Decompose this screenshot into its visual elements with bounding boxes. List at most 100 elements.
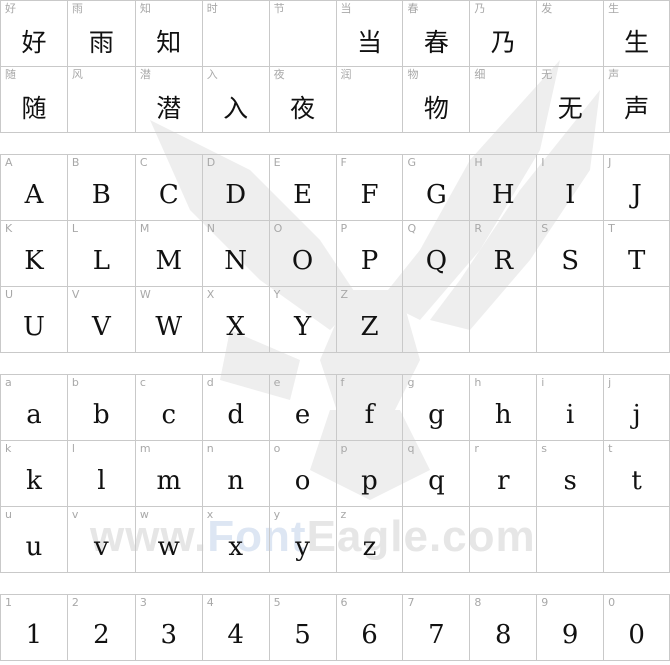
glyph-cell xyxy=(604,287,670,353)
glyph-cell: oo xyxy=(269,441,337,507)
cell-label: H xyxy=(474,156,483,169)
glyph-cell: 夜夜 xyxy=(269,67,337,133)
glyph-cell: VV xyxy=(67,287,136,353)
cell-label: B xyxy=(71,156,80,169)
cell-label: S xyxy=(541,222,549,235)
glyph-cell: kk xyxy=(1,441,68,507)
cell-label: P xyxy=(340,222,348,235)
glyph-cell: uu xyxy=(1,507,68,573)
glyph-cell: KK xyxy=(1,221,68,287)
cell-label: L xyxy=(71,222,79,235)
glyph-cell xyxy=(470,287,538,353)
cell-label: 潜 xyxy=(139,68,151,81)
cell-label: K xyxy=(5,222,13,235)
uppercase-sample-grid: AABBCCDDEEFFGGHHIIJJKKLLMMNNOOPPQQRRSSTT… xyxy=(0,154,670,353)
glyph-cell: UU xyxy=(1,287,68,353)
cell-label: X xyxy=(206,288,215,301)
glyph-cell: 当当 xyxy=(336,1,404,67)
glyph-cell: 潜潜 xyxy=(135,67,203,133)
cell-label: O xyxy=(273,222,283,235)
glyph-cell: qq xyxy=(403,441,471,507)
cell-glyph: 春 xyxy=(423,27,449,57)
glyph-cell: ii xyxy=(537,375,605,441)
cell-glyph: 雨 xyxy=(88,27,114,57)
cell-glyph: e xyxy=(294,399,311,430)
glyph-cell: JJ xyxy=(604,155,670,221)
glyph-cell: 好好 xyxy=(1,1,68,67)
cell-label: 风 xyxy=(71,68,83,81)
glyph-cell: 55 xyxy=(269,595,337,661)
glyph-cell: 77 xyxy=(403,595,471,661)
cell-glyph: 入 xyxy=(223,93,249,123)
glyph-cell: RR xyxy=(470,221,538,287)
cell-glyph xyxy=(604,301,669,352)
glyph-cell: 99 xyxy=(537,595,605,661)
glyph-cell: zz xyxy=(336,507,404,573)
grid-row: aabbccddeeffgghhiijj xyxy=(1,375,670,441)
cell-label: 夜 xyxy=(273,68,285,81)
cell-glyph xyxy=(403,301,469,352)
cell-glyph: E xyxy=(293,179,313,210)
cell-label: R xyxy=(474,222,482,235)
glyph-cell: ZZ xyxy=(336,287,404,353)
glyph-cell: rr xyxy=(470,441,538,507)
cell-glyph xyxy=(470,81,536,132)
glyph-cell: QQ xyxy=(403,221,471,287)
cell-glyph: v xyxy=(94,531,109,562)
cell-label: o xyxy=(273,442,281,455)
glyph-cell: xx xyxy=(202,507,270,573)
glyph-cell: 雨雨 xyxy=(67,1,136,67)
cell-label: 9 xyxy=(541,596,549,609)
cell-label: z xyxy=(340,508,347,521)
grid-row: 11223344556677889900 xyxy=(1,595,670,661)
glyph-cell xyxy=(470,507,538,573)
glyph-cell: EE xyxy=(269,155,337,221)
cell-label: J xyxy=(608,156,612,169)
glyph-cell: AA xyxy=(1,155,68,221)
cell-label: Y xyxy=(273,288,281,301)
cell-glyph: i xyxy=(566,399,575,430)
cell-glyph: 好 xyxy=(21,27,47,57)
glyph-cell: II xyxy=(537,155,605,221)
cell-label: 润 xyxy=(340,68,352,81)
cell-glyph xyxy=(537,521,603,572)
glyph-cell: ll xyxy=(67,441,136,507)
cell-label: g xyxy=(407,376,415,389)
cell-label: r xyxy=(474,442,479,455)
cell-glyph: t xyxy=(631,465,642,496)
cell-glyph: o xyxy=(294,465,311,496)
cell-label: 6 xyxy=(340,596,348,609)
cell-label: N xyxy=(206,222,215,235)
cell-label: j xyxy=(608,376,612,389)
cell-label: c xyxy=(139,376,146,389)
cell-label: 无 xyxy=(541,68,553,81)
glyph-cell: CC xyxy=(135,155,203,221)
cell-glyph: F xyxy=(360,179,379,210)
cell-glyph: 3 xyxy=(160,619,178,650)
cell-glyph: q xyxy=(428,465,445,496)
cell-glyph xyxy=(403,521,469,572)
glyph-cell: PP xyxy=(336,221,404,287)
cell-glyph xyxy=(68,81,135,132)
cell-label: 雨 xyxy=(71,2,83,15)
cell-glyph: L xyxy=(92,245,110,276)
cell-glyph: 知 xyxy=(156,27,182,57)
cell-glyph: B xyxy=(91,179,111,210)
cell-label: p xyxy=(340,442,348,455)
glyph-cell: 知知 xyxy=(135,1,203,67)
cell-label: Z xyxy=(340,288,349,301)
cell-glyph: u xyxy=(25,531,43,562)
glyph-cell: dd xyxy=(202,375,270,441)
glyph-cell: GG xyxy=(403,155,471,221)
glyph-cell: cc xyxy=(135,375,203,441)
cell-label: 知 xyxy=(139,2,151,15)
glyph-cell: 随随 xyxy=(1,67,68,133)
cell-glyph: 0 xyxy=(628,619,645,650)
glyph-cell: 入入 xyxy=(202,67,270,133)
glyph-cell: vv xyxy=(67,507,136,573)
cell-label: b xyxy=(71,376,79,389)
cell-glyph: R xyxy=(493,245,514,276)
glyph-cell xyxy=(403,287,471,353)
glyph-cell: 细 xyxy=(470,67,538,133)
cell-glyph: 9 xyxy=(561,619,579,650)
